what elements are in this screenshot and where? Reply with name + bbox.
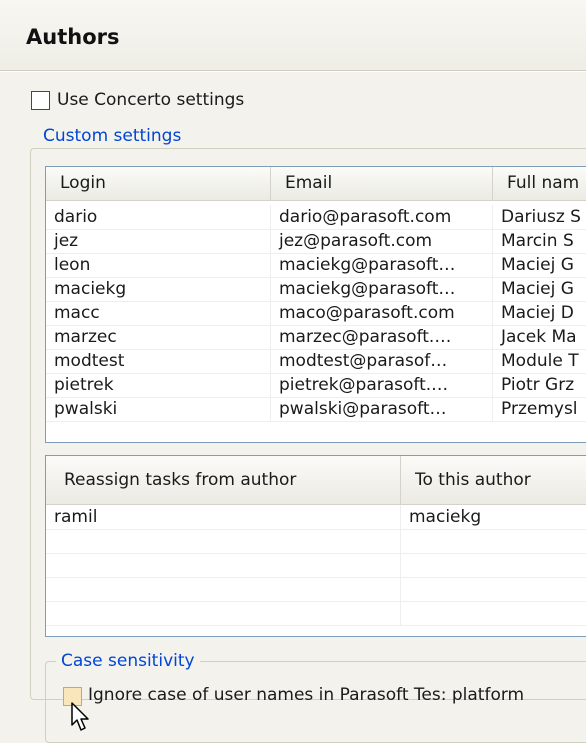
table-cell: modtest (46, 349, 271, 373)
table-cell: marzec (46, 325, 271, 349)
table-cell (401, 529, 586, 553)
table-cell: dario (46, 205, 271, 229)
table-row[interactable]: ramil maciekg (46, 505, 586, 530)
table-row[interactable]: marzec marzec@parasoft.… Jacek Ma (46, 325, 586, 350)
table-cell: leon (46, 253, 271, 277)
table-row[interactable]: dario dario@parasoft.com Dariusz S (46, 205, 586, 230)
ignore-case-label[interactable]: Ignore case of user names in Parasoft Te… (88, 685, 524, 705)
table-row[interactable]: pietrek pietrek@parasoft.… Piotr Grz (46, 373, 586, 398)
table-row[interactable] (46, 601, 586, 626)
table-cell: maciekg (46, 277, 271, 301)
table-cell: pietrek (46, 373, 271, 397)
column-header-email[interactable]: Email (271, 167, 493, 200)
table-cell (401, 601, 586, 625)
column-header-full-name[interactable]: Full nam (493, 167, 586, 200)
page-title: Authors (26, 25, 120, 49)
authors-table[interactable]: Login Email Full nam dario dario@parasoft… (45, 166, 586, 443)
table-row[interactable] (46, 577, 586, 602)
case-sensitivity-legend: Case sensitivity (56, 651, 200, 671)
table-cell: modtest@parasof… (271, 349, 493, 373)
table-row[interactable]: modtest modtest@parasof… Module T (46, 349, 586, 374)
table-cell: maco@parasoft.com (271, 301, 493, 325)
table-cell: ramil (46, 505, 401, 529)
table-cell: Jacek Ma (501, 327, 577, 347)
table-cell: dario@parasoft.com (271, 205, 493, 229)
table-cell: macc (46, 301, 271, 325)
table-row[interactable]: macc maco@parasoft.com Maciej D (46, 301, 586, 326)
table-cell: Maciej G (501, 279, 574, 299)
reassign-table[interactable]: Reassign tasks from author To this autho… (45, 455, 586, 637)
table-cell: Maciej D (501, 303, 574, 323)
table-row[interactable]: maciekg maciekg@parasoft… Maciej G (46, 277, 586, 302)
table-row[interactable]: jez jez@parasoft.com Marcin S (46, 229, 586, 254)
table-cell: maciekg@parasoft… (271, 277, 493, 301)
table-cell: maciekg@parasoft… (271, 253, 493, 277)
table-cell (46, 601, 401, 625)
table-cell: maciekg (409, 507, 482, 527)
table-cell (401, 553, 586, 577)
table-row[interactable]: pwalski pwalski@parasoft… Przemysl (46, 397, 586, 422)
use-concerto-label[interactable]: Use Concerto settings (57, 90, 244, 110)
table-cell: jez (46, 229, 271, 253)
table-cell (46, 577, 401, 601)
column-header-to-author[interactable]: To this author (401, 456, 586, 504)
table-row[interactable]: leon maciekg@parasoft… Maciej G (46, 253, 586, 278)
header-divider (0, 71, 586, 72)
table-cell: Piotr Grz (501, 375, 575, 395)
custom-settings-legend: Custom settings (38, 126, 187, 146)
table-cell: Marcin S (501, 231, 574, 251)
table-cell (401, 577, 586, 601)
table-cell: pwalski@parasoft… (271, 397, 493, 421)
table-cell: Maciej G (501, 255, 574, 275)
table-cell: marzec@parasoft.… (271, 325, 493, 349)
table-cell: pwalski (46, 397, 271, 421)
table-row[interactable] (46, 553, 586, 578)
use-concerto-checkbox[interactable] (31, 91, 50, 110)
authors-table-header: Login Email Full nam (46, 167, 586, 201)
table-row[interactable] (46, 529, 586, 554)
column-header-reassign-from[interactable]: Reassign tasks from author (46, 456, 401, 504)
table-cell: Module T (501, 351, 579, 371)
table-cell: Dariusz S (501, 207, 581, 227)
table-cell (46, 553, 401, 577)
column-header-login[interactable]: Login (46, 167, 271, 200)
section-header: Authors (0, 0, 586, 71)
reassign-table-header: Reassign tasks from author To this autho… (46, 456, 586, 505)
table-cell: Przemysl (501, 399, 578, 419)
table-cell (46, 529, 401, 553)
table-cell: pietrek@parasoft.… (271, 373, 493, 397)
table-cell: jez@parasoft.com (271, 229, 493, 253)
